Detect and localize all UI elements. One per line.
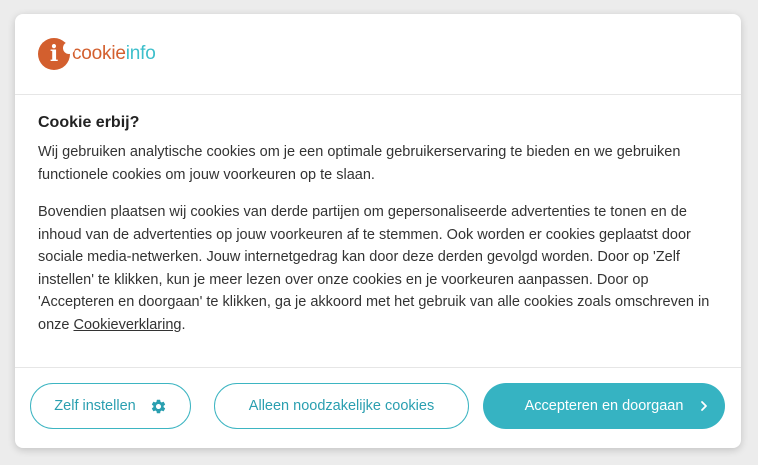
cookie-statement-link[interactable]: Cookieverklaring (73, 317, 181, 333)
cookie-logo-icon: i (38, 38, 75, 70)
accept-button[interactable]: Accepteren en doorgaan (483, 383, 725, 429)
only-necessary-button[interactable]: Alleen noodzakelijke cookies (214, 383, 469, 429)
accept-label: Accepteren en doorgaan (524, 398, 684, 414)
intro-paragraph: Wij gebruiken analytische cookies om je … (38, 144, 681, 183)
logo-text: cookieinfo (72, 38, 156, 70)
logo-bite (63, 42, 75, 54)
details-paragraph-text: Bovendien plaatsen wij cookies van derde… (38, 204, 710, 333)
logo-text-info: info (125, 43, 156, 64)
dialog-content: Cookie erbij? Wij gebruiken analytische … (15, 95, 741, 336)
self-settings-label: Zelf instellen (54, 398, 136, 414)
details-paragraph: Bovendien plaatsen wij cookies van derde… (38, 201, 718, 336)
logo-text-cookie: cookie (72, 43, 126, 64)
details-paragraph-end: . (181, 316, 186, 333)
cookieinfo-logo: i cookieinfo (38, 37, 156, 71)
chevron-right-icon (699, 400, 709, 412)
dialog-header: i cookieinfo (15, 14, 741, 95)
dialog-title: Cookie erbij? (38, 114, 140, 131)
gear-icon (150, 398, 167, 415)
self-settings-button[interactable]: Zelf instellen (30, 383, 191, 429)
cookie-consent-dialog: i cookieinfo Cookie erbij? Wij gebruiken… (15, 14, 741, 448)
dialog-footer: Zelf instellen Alleen noodzakelijke cook… (15, 367, 741, 448)
